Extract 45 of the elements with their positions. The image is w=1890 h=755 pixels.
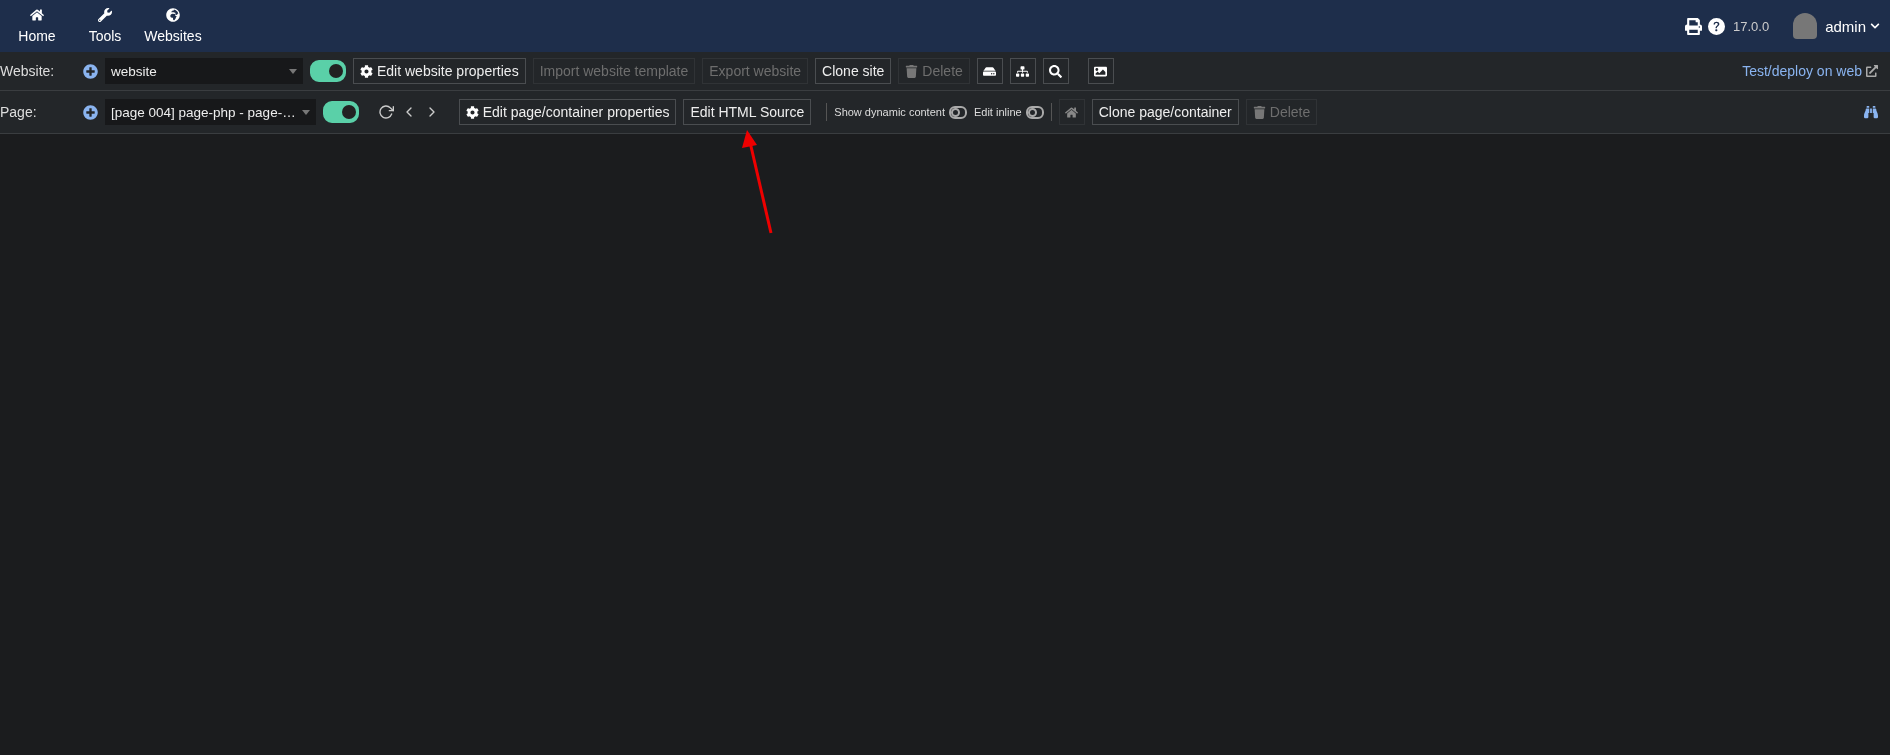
toolbar-button[interactable]: Edit page/container properties — [458, 99, 677, 125]
toggle-switch[interactable] — [322, 101, 359, 123]
row-label: Website: — [0, 63, 56, 79]
search-icon — [1049, 64, 1063, 78]
page-select[interactable]: [page 004] page-php - page-… — [105, 99, 316, 125]
switch-toggle[interactable]: Show dynamic content — [834, 105, 967, 119]
trash-icon — [905, 64, 919, 78]
gear-icon — [360, 64, 373, 78]
gear-icon — [465, 105, 479, 119]
version-text: 17.0.0 — [1733, 18, 1770, 34]
chevron-down-icon — [1870, 21, 1880, 31]
toolbar-button[interactable]: Edit HTML Source — [683, 99, 812, 125]
toggle-switch[interactable] — [310, 60, 346, 82]
add-icon[interactable] — [83, 63, 98, 79]
print-icon[interactable] — [1685, 17, 1702, 35]
drive-icon — [983, 64, 997, 78]
website-select[interactable]: website — [105, 58, 303, 84]
trash-icon — [1252, 105, 1266, 119]
switch-toggle[interactable]: Edit inline — [973, 105, 1044, 119]
sitemap-icon — [1016, 64, 1030, 78]
toolbar-button[interactable]: Clone site — [815, 58, 892, 84]
nav-item[interactable]: Tools — [74, 8, 136, 44]
home-button[interactable] — [1058, 99, 1085, 125]
home-icon — [30, 8, 44, 22]
nav-item[interactable]: Websites — [142, 8, 204, 44]
home-icon — [1065, 105, 1079, 119]
refresh-icon[interactable] — [377, 104, 394, 120]
external-link-icon — [1866, 65, 1878, 77]
deploy-link[interactable]: Test/deploy on web — [1742, 63, 1878, 79]
add-icon[interactable] — [83, 104, 98, 120]
image-icon — [1094, 64, 1108, 78]
wrench-icon — [98, 8, 112, 22]
sitemap-button[interactable] — [1009, 58, 1036, 84]
search-button[interactable] — [1042, 58, 1069, 84]
binoculars-icon[interactable] — [1864, 105, 1878, 119]
image-button[interactable] — [1087, 58, 1114, 84]
avatar-icon — [1793, 13, 1818, 39]
help-icon[interactable] — [1708, 17, 1725, 35]
row-label: Page: — [0, 104, 38, 120]
nav-item[interactable]: Home — [6, 8, 68, 44]
drive-button[interactable] — [976, 58, 1003, 84]
user-menu[interactable]: admin — [1825, 17, 1866, 35]
clone-button[interactable]: Clone page/container — [1091, 99, 1239, 125]
globe-icon — [166, 8, 180, 22]
toolbar-button[interactable]: Edit website properties — [353, 58, 526, 84]
